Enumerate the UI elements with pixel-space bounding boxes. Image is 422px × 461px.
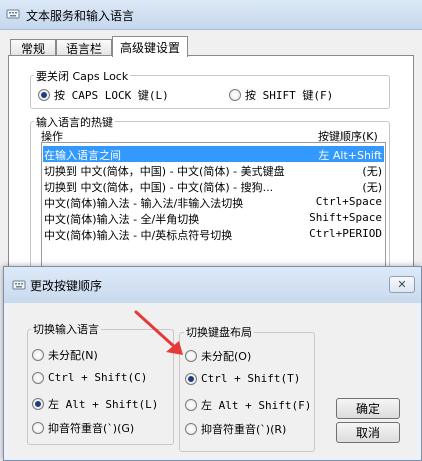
caps-option-capslock[interactable]: 按 CAPS LOCK 键(L) [38, 87, 169, 103]
radio-button[interactable] [38, 89, 50, 101]
list-item[interactable]: 中文(简体)输入法 - 输入法/非输入法切换 Ctrl+Space [43, 194, 384, 210]
layout-option-left-alt-shift[interactable]: 左 Alt + Shift(F) [185, 397, 311, 413]
dialog-title-bar: 更改按键顺序 ✕ [4, 267, 421, 303]
list-item[interactable]: 在输入语言之间 左 Alt+Shift [43, 146, 384, 162]
window-title: 文本服务和输入语言 [26, 9, 135, 23]
radio-button[interactable] [185, 399, 197, 411]
change-key-sequence-dialog: 更改按键顺序 ✕ 切换输入语言 未分配(N) Ctrl + Shift(C) 左… [3, 266, 422, 461]
radio-button[interactable] [185, 372, 197, 385]
input-option-ctrl-shift[interactable]: Ctrl + Shift(C) [32, 371, 147, 384]
input-language-legend: 切换输入语言 [31, 321, 101, 337]
tab-general[interactable]: 常规 [10, 39, 56, 56]
ok-button[interactable]: 确定 [336, 398, 400, 419]
tab-advanced-key-settings[interactable]: 高级键设置 [112, 36, 188, 57]
caps-lock-legend: 要关闭 Caps Lock [34, 68, 131, 84]
radio-button[interactable] [32, 422, 44, 434]
list-item[interactable]: 中文(简体)输入法 - 全/半角切换 Shift+Space [43, 210, 384, 226]
input-option-unassigned[interactable]: 未分配(N) [32, 347, 98, 363]
radio-button[interactable] [229, 89, 241, 101]
keyboard-icon [12, 280, 26, 290]
cancel-button[interactable]: 取消 [336, 422, 400, 443]
list-item[interactable]: 中文(简体)输入法 - 中/英标点符号切换 Ctrl+PERIOD [43, 226, 384, 242]
radio-button[interactable] [32, 349, 44, 361]
layout-option-grave[interactable]: 抑音符重音(`)(R) [185, 421, 286, 437]
tab-language-bar[interactable]: 语言栏 [56, 39, 112, 56]
dialog-title: 更改按键顺序 [30, 279, 103, 293]
radio-button[interactable] [185, 423, 197, 435]
hotkey-list[interactable]: 在输入语言之间 左 Alt+Shift 切换到 中文(简体，中国) - 中文(简… [41, 142, 386, 270]
radio-button[interactable] [32, 398, 44, 410]
close-button[interactable]: ✕ [389, 276, 415, 293]
caps-option-shift[interactable]: 按 SHIFT 键(F) [229, 87, 333, 103]
dialog-body: 切换输入语言 未分配(N) Ctrl + Shift(C) 左 Alt + Sh… [9, 303, 416, 456]
layout-option-ctrl-shift[interactable]: Ctrl + Shift(T) [185, 372, 300, 385]
input-option-grave[interactable]: 抑音符重音(`)(G) [32, 420, 134, 436]
close-icon: ✕ [397, 278, 407, 291]
layout-option-unassigned[interactable]: 未分配(O) [185, 348, 251, 364]
input-option-left-alt-shift[interactable]: 左 Alt + Shift(L) [32, 396, 158, 412]
annotation-arrow [134, 310, 183, 355]
radio-button[interactable] [32, 371, 44, 384]
list-item[interactable]: 切换到 中文(简体，中国) - 中文(简体) - 美式键盘 (无) [43, 162, 384, 178]
keyboard-icon [6, 9, 20, 19]
title-bar: 文本服务和输入语言 [0, 0, 422, 30]
keyboard-layout-legend: 切换键盘布局 [184, 324, 254, 340]
list-item[interactable]: 切换到 中文(简体，中国) - 中文(简体) - 搜狗... (无) [43, 178, 384, 194]
